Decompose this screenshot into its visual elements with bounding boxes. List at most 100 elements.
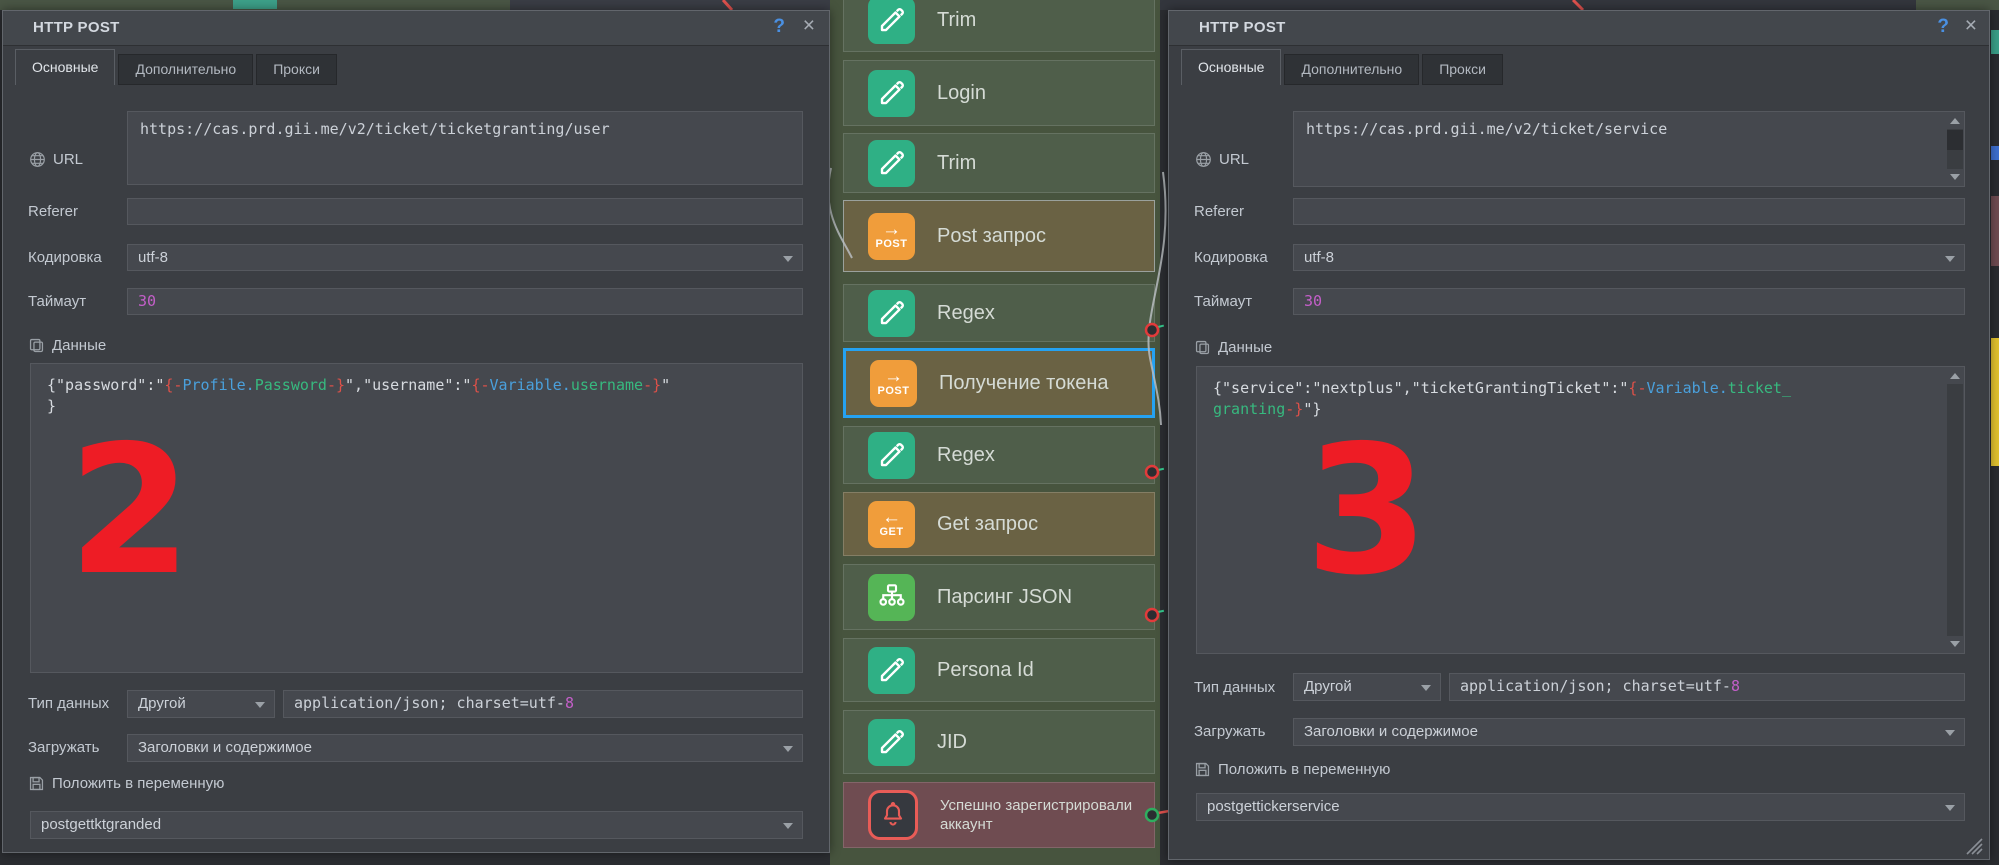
scroll-down-icon[interactable] [1947, 169, 1963, 185]
http-post-dialog-right: HTTP POST ? × Основные Дополнительно Прокс… [1168, 10, 1990, 860]
timeout-input[interactable]: 30 [127, 288, 803, 315]
pencil-icon [868, 139, 915, 187]
pencil-icon [868, 431, 915, 479]
datatype-select[interactable]: Другой [127, 690, 275, 718]
sliver-blue-fragment [1991, 146, 1999, 160]
scroll-up-icon[interactable] [1947, 113, 1963, 129]
chevron-down-icon [255, 702, 265, 708]
post-icon: → POST [870, 359, 917, 407]
save-icon [1195, 762, 1210, 777]
chevron-down-icon [1945, 730, 1955, 736]
scrollbar-thumb[interactable] [1947, 130, 1963, 150]
flow-block-label: Post запрос [937, 224, 1046, 247]
load-select[interactable]: Заголовки и содержимое [1293, 718, 1965, 746]
tab-основные[interactable]: Основные [15, 49, 116, 85]
flow-block-label: Get запрос [937, 512, 1039, 535]
canvas-strip-right [1916, 0, 1999, 10]
resize-grip[interactable] [1961, 837, 1983, 855]
pencil-icon [868, 646, 915, 694]
tab-дополнительно[interactable]: Дополнительно [118, 54, 254, 85]
help-icon[interactable]: ? [1937, 16, 1949, 38]
pencil-icon [868, 69, 915, 117]
screenshot-root: { "dialog_left": { "title": "HTTP POST",… [0, 0, 1999, 865]
flow-block-persona-id[interactable]: Persona Id [843, 638, 1155, 702]
chevron-down-icon [783, 746, 793, 752]
post-icon: → POST [868, 212, 915, 260]
scroll-down-icon[interactable] [1947, 636, 1963, 652]
datatype-label: Тип данных [28, 695, 110, 712]
timeout-input[interactable]: 30 [1293, 288, 1965, 315]
tab-прокси[interactable]: Прокси [1422, 54, 1503, 85]
flow-block-label: Парсинг JSON [937, 585, 1073, 608]
load-label: Загружать [28, 739, 100, 756]
flow-block-label: Получение токена [939, 371, 1109, 394]
content-type-input[interactable]: application/json; charset=utf-8 [283, 690, 803, 718]
data-label: Данные [1194, 339, 1272, 356]
encoding-select[interactable]: utf-8 [127, 244, 803, 271]
copy-icon [29, 338, 44, 353]
dialog-titlebar[interactable]: HTTP POST ? × [3, 11, 829, 46]
flow-block-login[interactable]: Login [843, 60, 1155, 126]
pencil-icon [868, 289, 915, 337]
flow-column: Trim Login Trim → POST Post запрос Regex → POST П… [830, 0, 1160, 865]
dialog-titlebar[interactable]: HTTP POST ? × [1169, 11, 1989, 46]
flow-block-get-запрос[interactable]: ← GET Get запрос [843, 492, 1155, 556]
pencil-icon [868, 0, 915, 44]
flow-block-regex[interactable]: Regex [843, 426, 1155, 484]
url-label: URL [1195, 151, 1249, 168]
tab-основные[interactable]: Основные [1181, 49, 1282, 85]
put-variable-label: Положить в переменную [28, 775, 224, 792]
tab-прокси[interactable]: Прокси [256, 54, 337, 85]
encoding-select[interactable]: utf-8 [1293, 244, 1965, 271]
chevron-down-icon [783, 256, 793, 262]
referer-input[interactable] [1293, 198, 1965, 225]
timeout-label: Таймаут [1194, 293, 1253, 310]
url-input[interactable]: https://cas.prd.gii.me/v2/ticket/service [1293, 111, 1965, 187]
globe-icon [1196, 152, 1211, 167]
variable-select[interactable]: postgettktgranded [30, 811, 803, 839]
pencil-icon [868, 718, 915, 766]
tab-дополнительно[interactable]: Дополнительно [1284, 54, 1420, 85]
data-label: Данные [28, 337, 106, 354]
json-icon [868, 573, 915, 621]
referer-label: Referer [28, 203, 79, 220]
flow-block-успешно-зарегистрировали-аккаунт[interactable]: Успешно зарегистрировали аккаунт [843, 782, 1155, 848]
load-label: Загружать [1194, 723, 1266, 740]
sliver-yellow-fragment [1991, 338, 1999, 466]
scroll-up-icon[interactable] [1947, 368, 1963, 384]
encoding-label: Кодировка [28, 249, 102, 266]
sliver-teal-fragment [1991, 30, 1999, 54]
globe-icon [30, 152, 45, 167]
sliver-maroon-fragment [1991, 196, 1999, 266]
flow-block-label: Regex [937, 301, 995, 324]
referer-input[interactable] [127, 198, 803, 225]
code-line: {"service":"nextplus","ticketGrantingTic… [1213, 379, 1791, 397]
get-icon: ← GET [868, 500, 915, 548]
content-type-input[interactable]: application/json; charset=utf-8 [1449, 673, 1965, 701]
chevron-down-icon [1945, 805, 1955, 811]
flow-block-post-запрос[interactable]: → POST Post запрос [843, 200, 1155, 272]
close-icon[interactable]: × [1965, 14, 1977, 38]
datatype-select[interactable]: Другой [1293, 673, 1441, 701]
chevron-down-icon [1945, 256, 1955, 262]
flow-block-jid[interactable]: JID [843, 710, 1155, 774]
variable-select[interactable]: postgettickerservice [1196, 793, 1965, 821]
dialog-title: HTTP POST [1199, 19, 1286, 36]
encoding-label: Кодировка [1194, 249, 1268, 266]
flow-block-regex[interactable]: Regex [843, 284, 1155, 342]
close-icon[interactable]: × [803, 14, 815, 38]
url-label: URL [29, 151, 83, 168]
url-input[interactable]: https://cas.prd.gii.me/v2/ticket/ticketg… [127, 111, 803, 185]
flow-block-парсинг-json[interactable]: Парсинг JSON [843, 564, 1155, 630]
chevron-down-icon [1421, 685, 1431, 691]
flow-block-trim[interactable]: Trim [843, 0, 1155, 52]
dialog-title: HTTP POST [33, 19, 120, 36]
load-select[interactable]: Заголовки и содержимое [127, 734, 803, 762]
data-scrollbar[interactable] [1947, 368, 1963, 652]
help-icon[interactable]: ? [773, 16, 785, 38]
put-variable-label: Положить в переменную [1194, 761, 1390, 778]
flow-block-trim[interactable]: Trim [843, 133, 1155, 193]
flow-block-получение-токена[interactable]: → POST Получение токена [843, 348, 1155, 418]
flow-block-label: Trim [937, 8, 977, 31]
url-scrollbar[interactable] [1947, 113, 1963, 185]
